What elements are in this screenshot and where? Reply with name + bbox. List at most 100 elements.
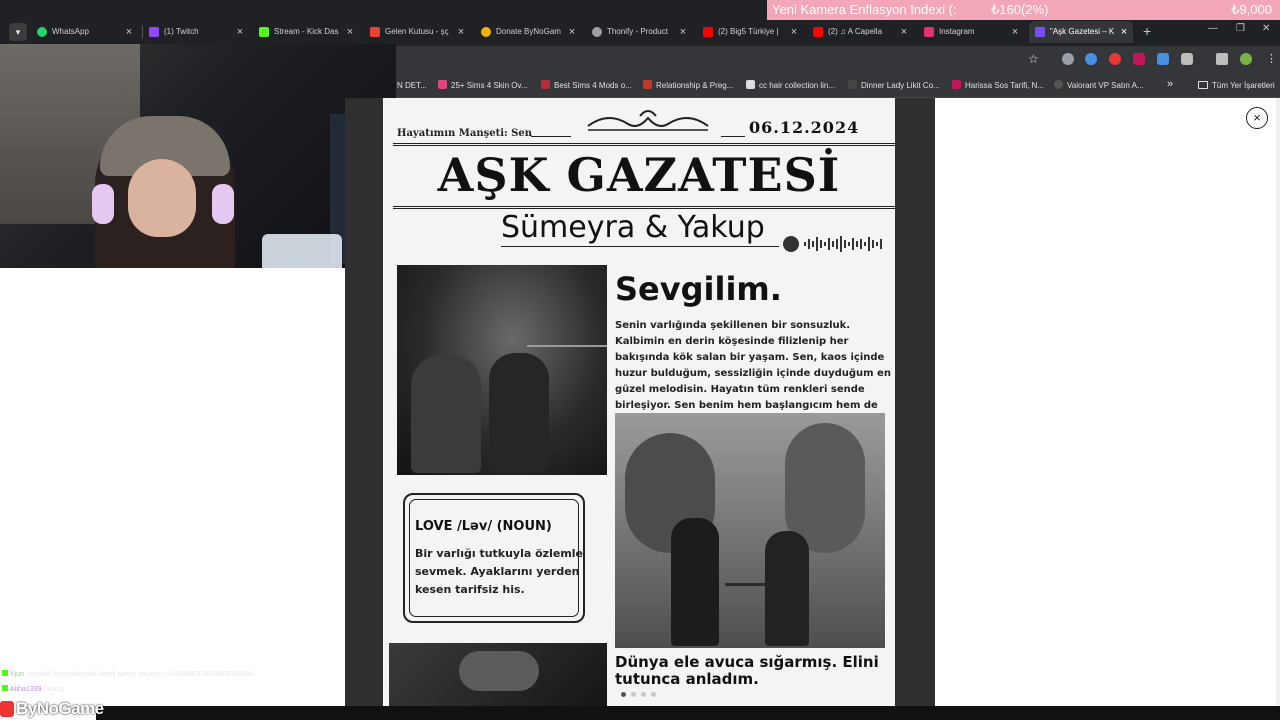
- carousel-dot[interactable]: [651, 692, 656, 697]
- bookmark-folder-label: Tüm Yer İşaretleri: [1212, 81, 1275, 90]
- newspaper-preview-image: Hayatımın Manşeti: Sen 06.12.2024 AŞK GA…: [383, 98, 895, 706]
- tab-thonify[interactable]: Thonify - Product ×: [592, 21, 688, 43]
- download-icon[interactable]: [1157, 53, 1169, 65]
- bookmark-label: cc hair collection lin...: [759, 81, 836, 90]
- close-tab-icon[interactable]: ×: [124, 21, 134, 43]
- bookmark-item[interactable]: Dinner Lady Likit Co...: [848, 79, 940, 93]
- car-photo: [389, 643, 607, 706]
- tab-gmail[interactable]: Gelen Kutusu - şç ×: [370, 21, 466, 43]
- bookmark-favicon-icon: [1054, 80, 1063, 89]
- tab-twitch[interactable]: (1) Twitch ×: [149, 21, 245, 43]
- couple-night-photo: [397, 265, 607, 475]
- chat-message: Xjun : reklam koyuşudaysak kendi sitemi …: [2, 670, 254, 680]
- divider: [393, 206, 895, 209]
- youtube-icon: [703, 27, 713, 37]
- tab-youtube-big5[interactable]: (2) Big5 Türkiye | ×: [703, 21, 799, 43]
- bookmark-item[interactable]: 25+ Sims 4 Skin Ov...: [438, 79, 528, 93]
- close-tab-icon[interactable]: ×: [899, 21, 909, 43]
- bookmark-favicon-icon: [438, 80, 447, 89]
- photo-figure: [411, 355, 481, 473]
- close-tab-icon[interactable]: ×: [1119, 21, 1129, 43]
- extension-icon[interactable]: [1133, 53, 1145, 65]
- tab-instagram[interactable]: Instagram ×: [924, 21, 1020, 43]
- bookmark-item[interactable]: Best Sims 4 Mods o...: [541, 79, 632, 93]
- tab-label: Thonify - Product: [607, 27, 668, 36]
- page-scrollbar[interactable]: [1276, 98, 1280, 706]
- chat-username: Xjun: [10, 671, 25, 678]
- close-tab-icon[interactable]: ×: [235, 21, 245, 43]
- bookmark-label: Dinner Lady Likit Co...: [861, 81, 940, 90]
- kick-badge-icon: [2, 685, 8, 691]
- tab-label: Gelen Kutusu - şç: [385, 27, 449, 36]
- close-lightbox-button[interactable]: ×: [1246, 107, 1268, 129]
- bookmark-star-icon[interactable]: ☆: [1028, 53, 1040, 65]
- reading-list-icon[interactable]: [1216, 53, 1228, 65]
- price-ticker-overlay: Yeni Kamera Enflasyon Indexi (: ₺160(2%)…: [767, 0, 1280, 20]
- newspaper-title: AŞK GAZATESİ: [437, 148, 841, 202]
- gmail-icon: [370, 27, 380, 37]
- bookmark-label: N DET...: [397, 81, 427, 90]
- new-tab-button[interactable]: +: [1143, 23, 1151, 39]
- bookmark-item[interactable]: Valorant VP Satın A...: [1054, 79, 1144, 93]
- carousel-dots[interactable]: [621, 692, 661, 700]
- bookmark-favicon-icon: [541, 80, 550, 89]
- tab-label: (2) ♫ A Capella: [828, 27, 883, 36]
- youtube-icon: [813, 27, 823, 37]
- extension-icon[interactable]: [1109, 53, 1121, 65]
- tab-label: (2) Big5 Türkiye |: [718, 27, 779, 36]
- lightbox-backdrop-left: [345, 98, 383, 706]
- close-tab-icon[interactable]: ×: [345, 21, 355, 43]
- close-tab-icon[interactable]: ×: [789, 21, 799, 43]
- folder-icon: [1198, 81, 1208, 89]
- divider: [501, 246, 779, 247]
- minimize-icon[interactable]: —: [1208, 23, 1218, 34]
- shield-extension-icon[interactable]: [1062, 53, 1074, 65]
- definition-text: Bir varlığı tutkuyla özlemle sevmek. Aya…: [415, 547, 584, 596]
- headset-icon: [212, 184, 234, 224]
- tab-label: WhatsApp: [52, 27, 89, 36]
- tab-kick[interactable]: Stream - Kick Das ×: [259, 21, 355, 43]
- extension-icon[interactable]: [1085, 53, 1097, 65]
- close-tab-icon[interactable]: ×: [456, 21, 466, 43]
- bookmark-item[interactable]: cc hair collection lin...: [746, 79, 835, 93]
- bookmark-label: 25+ Sims 4 Skin Ov...: [451, 81, 528, 90]
- tab-label: "Aşk Gazetesi – Ki: [1050, 27, 1114, 36]
- spotify-icon: [783, 236, 799, 252]
- tab-search-button[interactable]: ▾: [9, 23, 27, 41]
- site-icon: [1035, 27, 1045, 37]
- bookmarks-overflow-button[interactable]: »: [1167, 78, 1173, 90]
- spotify-code-icon: [804, 236, 882, 252]
- kick-icon: [259, 27, 269, 37]
- twitch-icon: [149, 27, 159, 37]
- article-heading: Sevgilim.: [615, 270, 782, 308]
- menu-kebab-icon[interactable]: ⋮: [1266, 53, 1278, 65]
- close-tab-icon[interactable]: ×: [678, 21, 688, 43]
- carousel-dot-active[interactable]: [621, 692, 626, 697]
- tab-whatsapp[interactable]: WhatsApp ×: [37, 21, 134, 43]
- carousel-dot[interactable]: [641, 692, 646, 697]
- microphone-icon: [262, 234, 342, 268]
- couple-names: Sümeyra & Yakup: [501, 210, 765, 245]
- bookmark-item[interactable]: Relationship & Preg...: [643, 79, 733, 93]
- close-tab-icon[interactable]: ×: [567, 21, 577, 43]
- bookmark-item[interactable]: Harissa Sos Tarifi, N...: [952, 79, 1044, 93]
- window-close-icon[interactable]: ✕: [1262, 23, 1270, 34]
- tab-donate[interactable]: Donate ByNoGam ×: [481, 21, 577, 43]
- whatsapp-icon: [37, 27, 47, 37]
- photo-figure: [489, 353, 549, 471]
- chat-username: Atiha1339: [10, 686, 42, 693]
- maximize-icon[interactable]: ❐: [1236, 23, 1245, 34]
- bookmark-item[interactable]: N DET...: [397, 79, 427, 93]
- donate-icon: [481, 27, 491, 37]
- tab-ask-gazetesi-active[interactable]: "Aşk Gazetesi – Ki ×: [1029, 21, 1133, 43]
- tab-youtube-acapella[interactable]: (2) ♫ A Capella ×: [813, 21, 909, 43]
- photo-figure: [765, 531, 809, 646]
- tab-label: Stream - Kick Das: [274, 27, 339, 36]
- profile-avatar-icon[interactable]: [1240, 53, 1252, 65]
- carousel-dot[interactable]: [631, 692, 636, 697]
- close-tab-icon[interactable]: ×: [1010, 21, 1020, 43]
- extensions-puzzle-icon[interactable]: [1181, 53, 1193, 65]
- ticker-change: ₺160(2%): [991, 2, 1049, 17]
- all-bookmarks-folder[interactable]: Tüm Yer İşaretleri: [1198, 79, 1275, 93]
- bynogame-logo-icon: [0, 701, 14, 717]
